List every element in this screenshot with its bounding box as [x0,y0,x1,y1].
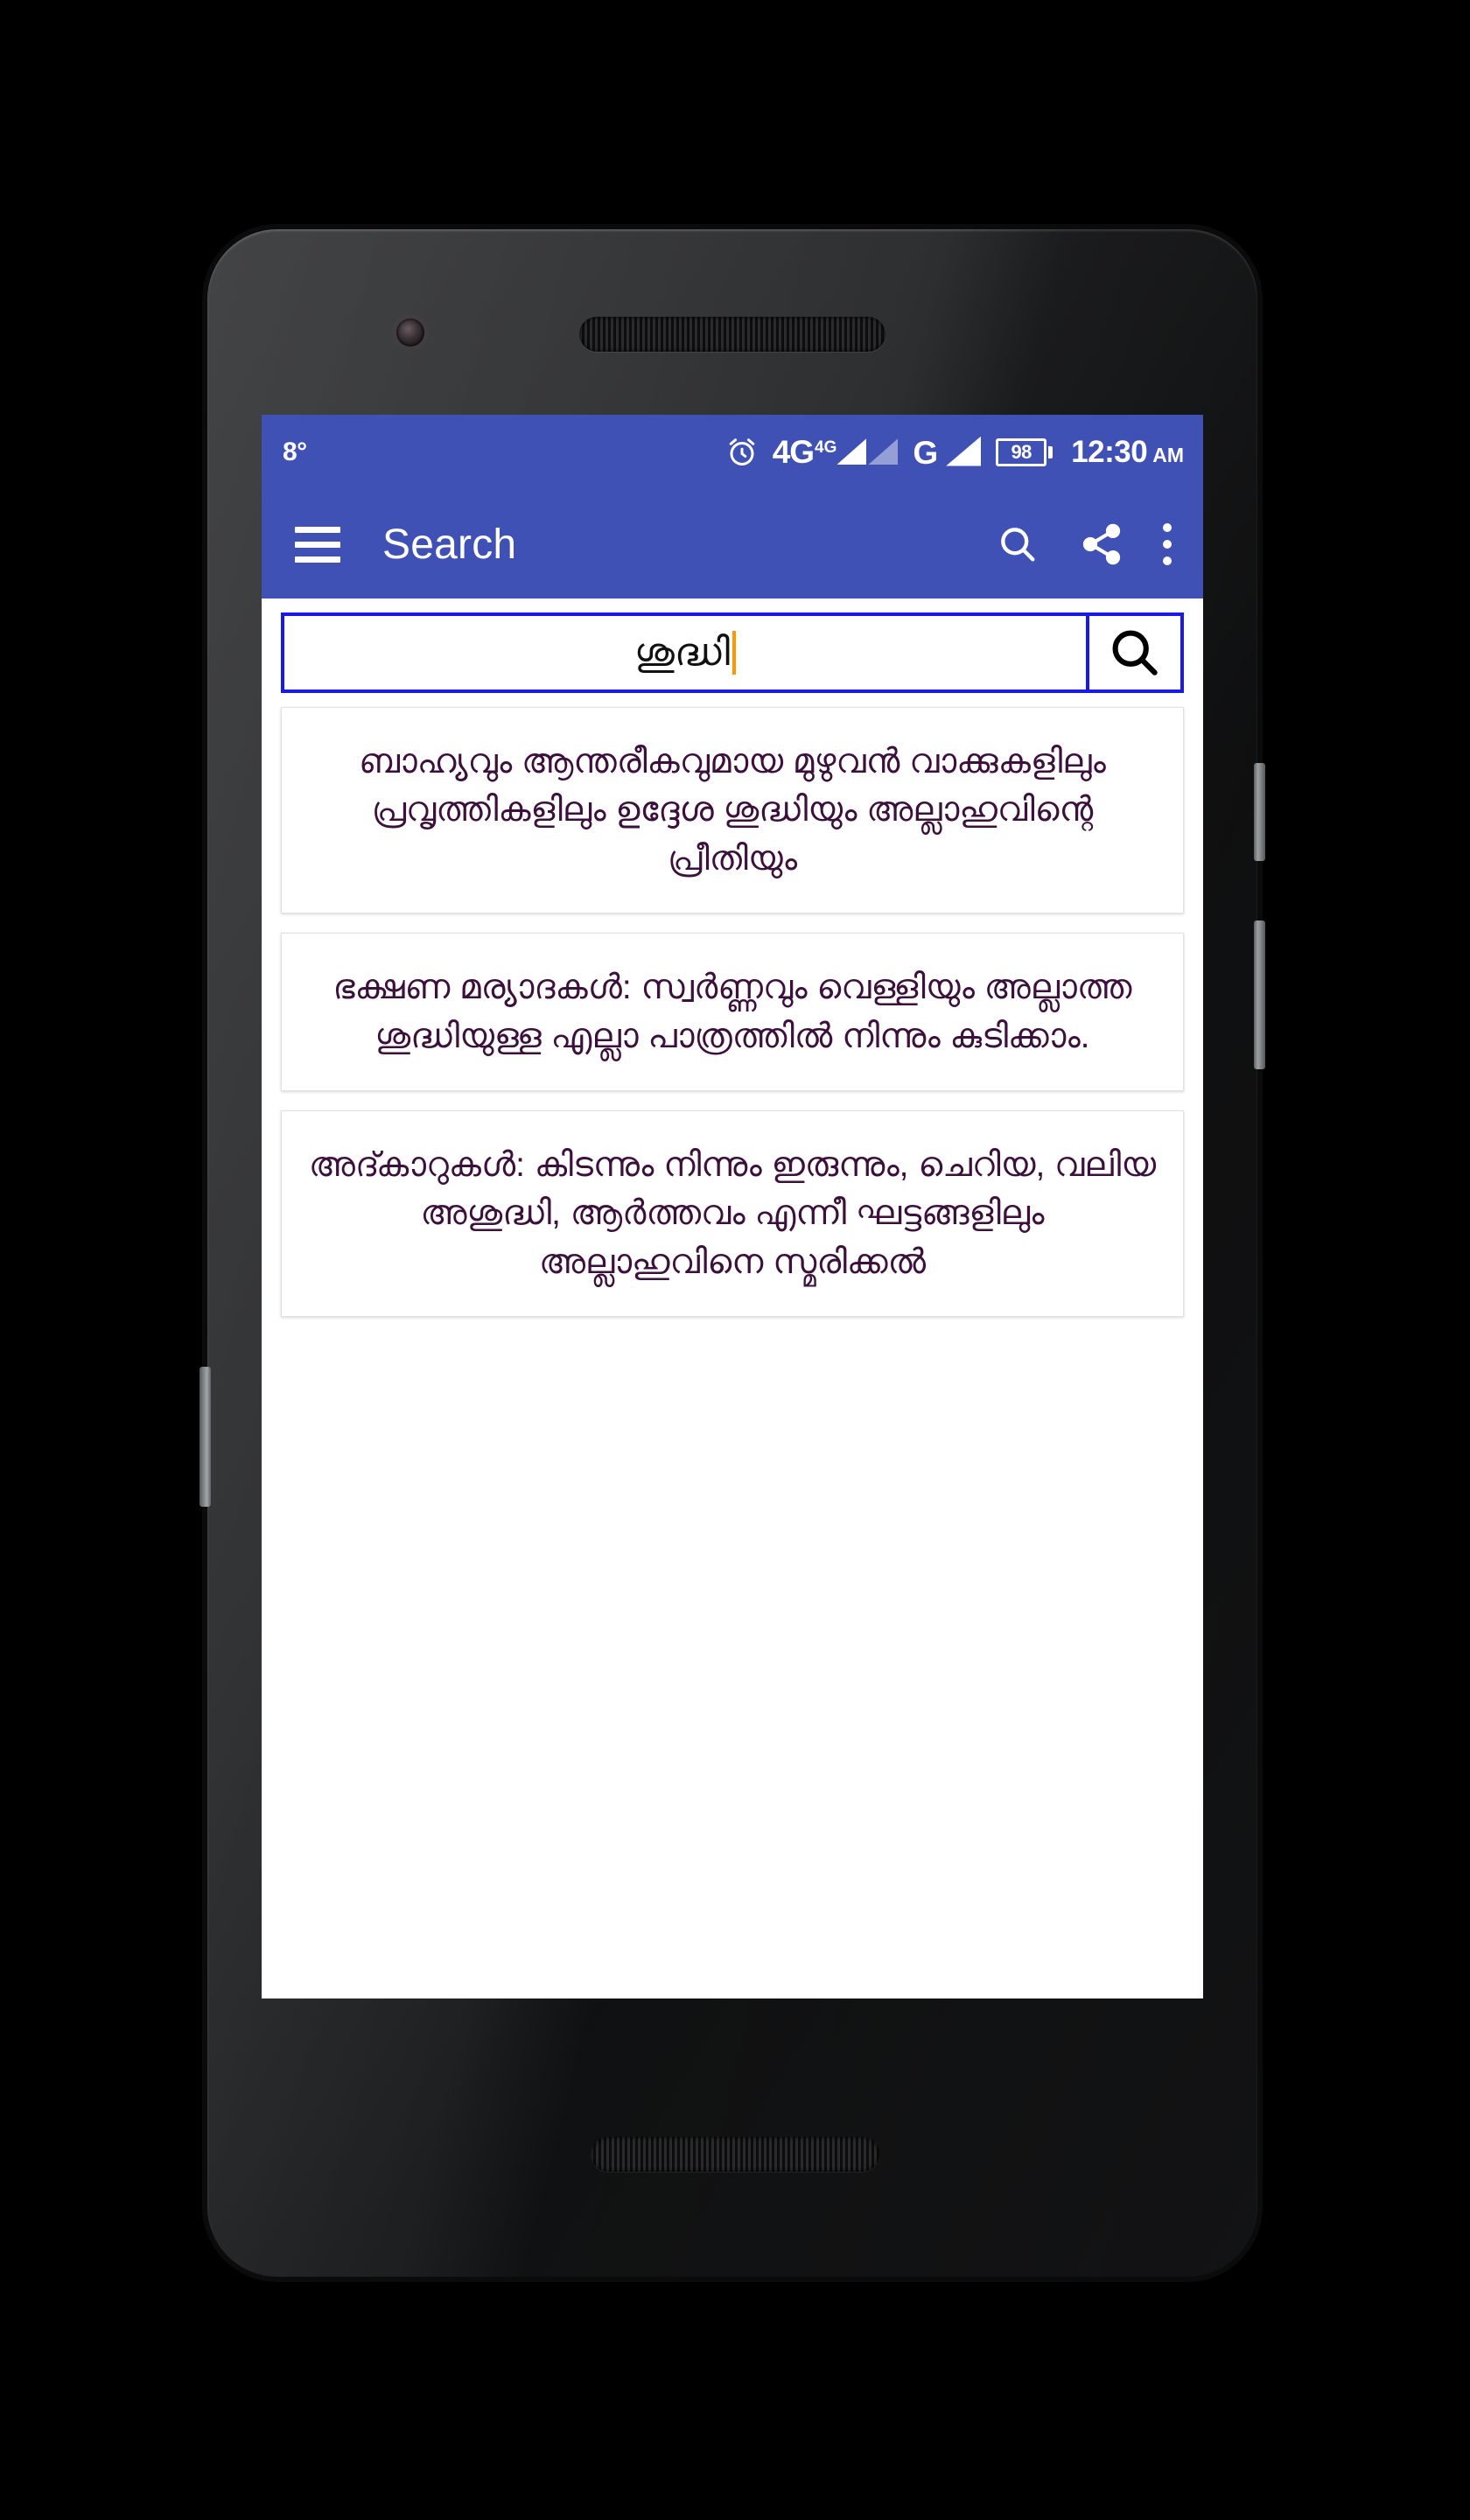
status-meridiem: AM [1152,444,1184,466]
network-indicator-g: G [913,435,982,472]
volume-up-button[interactable] [1254,920,1265,1069]
phone-screen: 8° 4G 4G G 98 12:30 AM Search ശുദ്ധി ബാഹ… [262,415,1203,1998]
alarm-clock-icon [726,437,758,468]
status-bar-icons: 4G 4G G 98 12:30 AM [726,435,1184,470]
result-card-text: ബാഹ്യവും ആന്തരീകവുമായ മുഴുവൻ വാക്കുകളിലു… [359,743,1106,878]
power-button[interactable] [1254,763,1265,861]
search-button[interactable] [995,522,1040,567]
status-bar: 8° 4G 4G G 98 12:30 AM [262,415,1203,490]
menu-button[interactable] [288,511,347,578]
result-card-text: അദ്കാറുകൾ: കിടന്നും നിന്നും ഇരുന്നും, ചെ… [308,1145,1157,1281]
signal-bars-icon-dim [868,438,899,466]
front-camera-icon [396,318,424,346]
volume-left-button[interactable] [200,1367,211,1507]
result-card[interactable]: ബാഹ്യവും ആന്തരീകവുമായ മുഴുവൻ വാക്കുകളിലു… [281,707,1184,914]
result-card[interactable]: ഭക്ഷണ മര്യാദകൾ: സ്വർണ്ണവും വെള്ളിയും അല്… [281,933,1184,1091]
overflow-menu-button[interactable] [1163,523,1172,565]
battery-level-text: 98 [1011,441,1032,463]
search-bar-row: ശുദ്ധി [262,598,1203,704]
signal-bars-icon [836,438,867,466]
status-time: 12:30 [1071,435,1148,469]
page-title: Search [382,521,517,568]
signal-bars-icon [946,436,982,466]
phone-device-frame: 8° 4G 4G G 98 12:30 AM Search ശുദ്ധി ബാഹ… [200,229,1265,2277]
search-submit-button[interactable] [1086,612,1184,693]
earpiece-speaker-icon [579,317,886,352]
status-temperature: 8° [283,438,307,466]
share-button[interactable] [1079,522,1124,567]
battery-cap [1048,446,1054,458]
app-bar: Search [262,490,1203,598]
hamburger-menu-icon [295,526,340,563]
result-card-text: ഭക്ഷണ മര്യാദകൾ: സ്വർണ്ണവും വെള്ളിയും അല്… [332,969,1132,1055]
status-clock: 12:30 AM [1071,435,1184,470]
bottom-speaker-icon [591,2137,879,2172]
search-input[interactable]: ശുദ്ധി [281,612,1086,693]
search-input-value: ശുദ്ധി [634,631,730,674]
app-bar-actions [995,522,1180,567]
battery-body: 98 [996,438,1047,466]
text-caret [732,631,736,675]
network-indicator-4g: 4G 4G [772,433,899,470]
network-label-4g-superscript: 4G [815,438,837,457]
search-results-list[interactable]: ബാഹ്യവും ആന്തരീകവുമായ മുഴുവൻ വാക്കുകളിലു… [262,704,1203,1964]
battery-icon: 98 [996,438,1054,466]
result-card[interactable]: അദ്കാറുകൾ: കിടന്നും നിന്നും ഇരുന്നും, ചെ… [281,1110,1184,1317]
overflow-menu-icon [1163,523,1172,565]
network-label-4g: 4G [772,433,815,470]
network-label-g: G [913,435,938,472]
